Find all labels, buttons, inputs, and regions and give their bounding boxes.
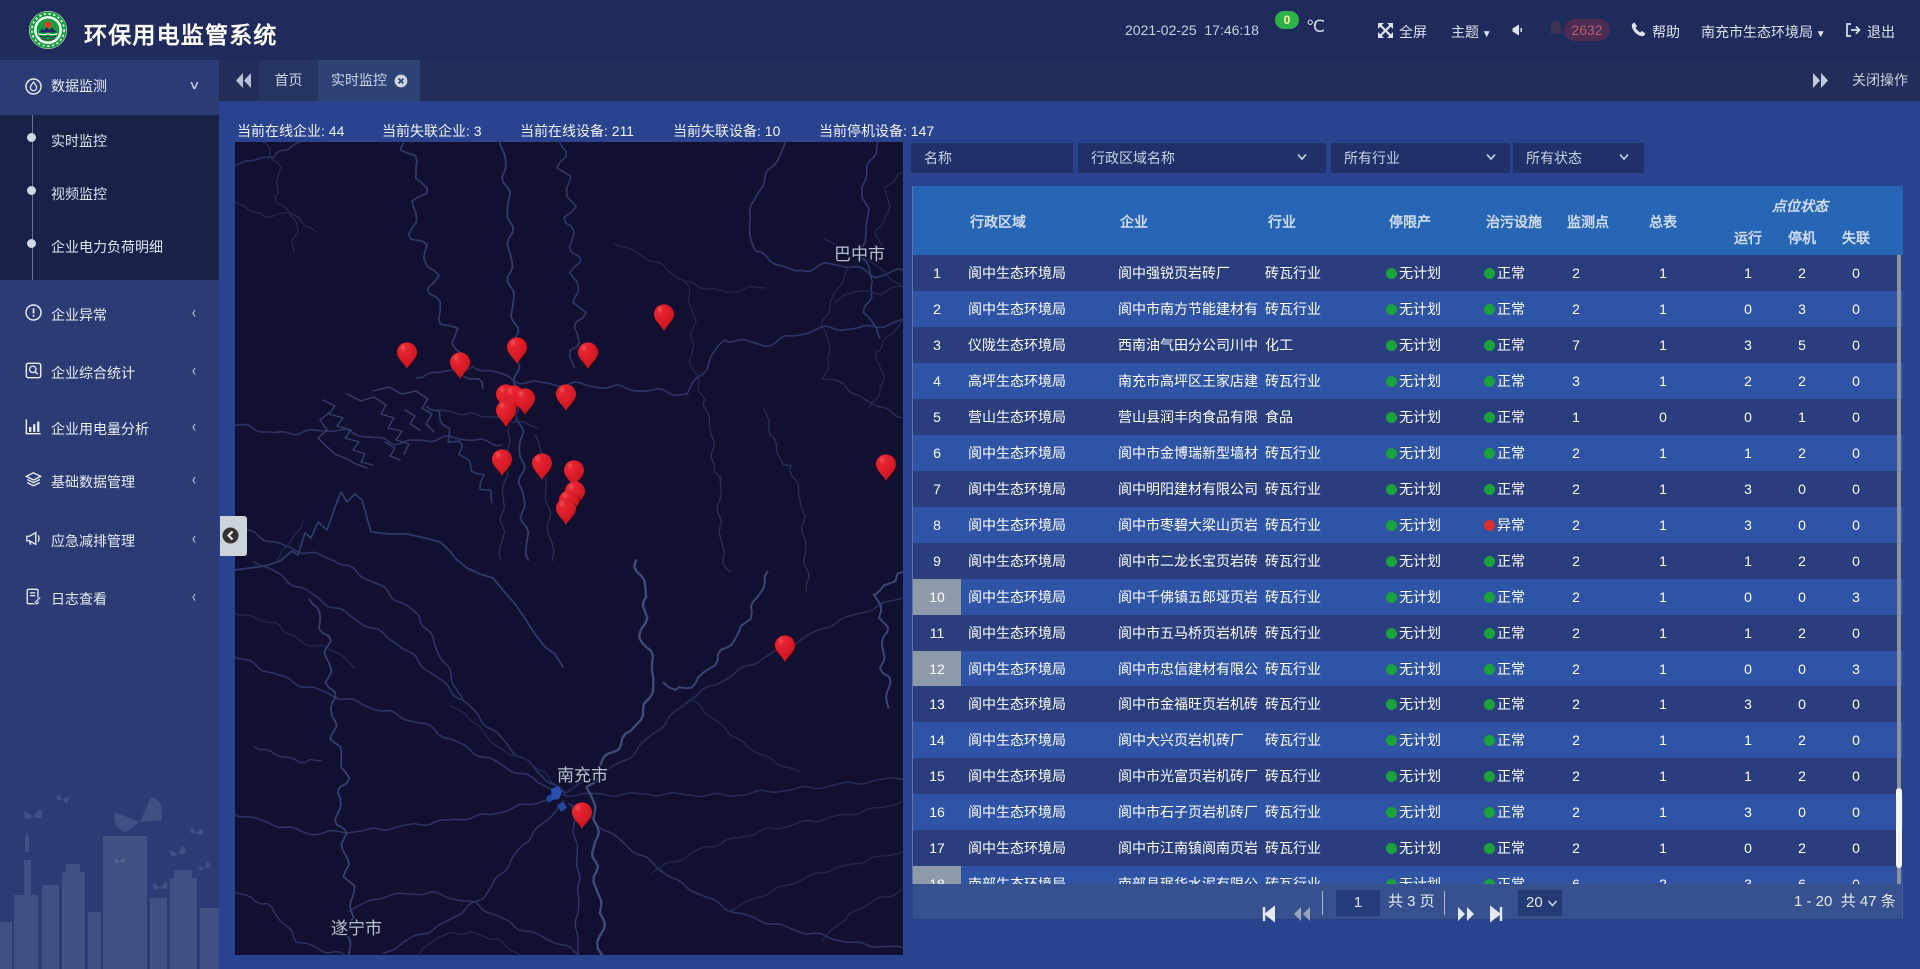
svg-text:巴中市: 巴中市 xyxy=(834,245,885,264)
svg-text:南充市: 南充市 xyxy=(557,766,608,785)
svg-text:遂宁市: 遂宁市 xyxy=(331,919,382,938)
